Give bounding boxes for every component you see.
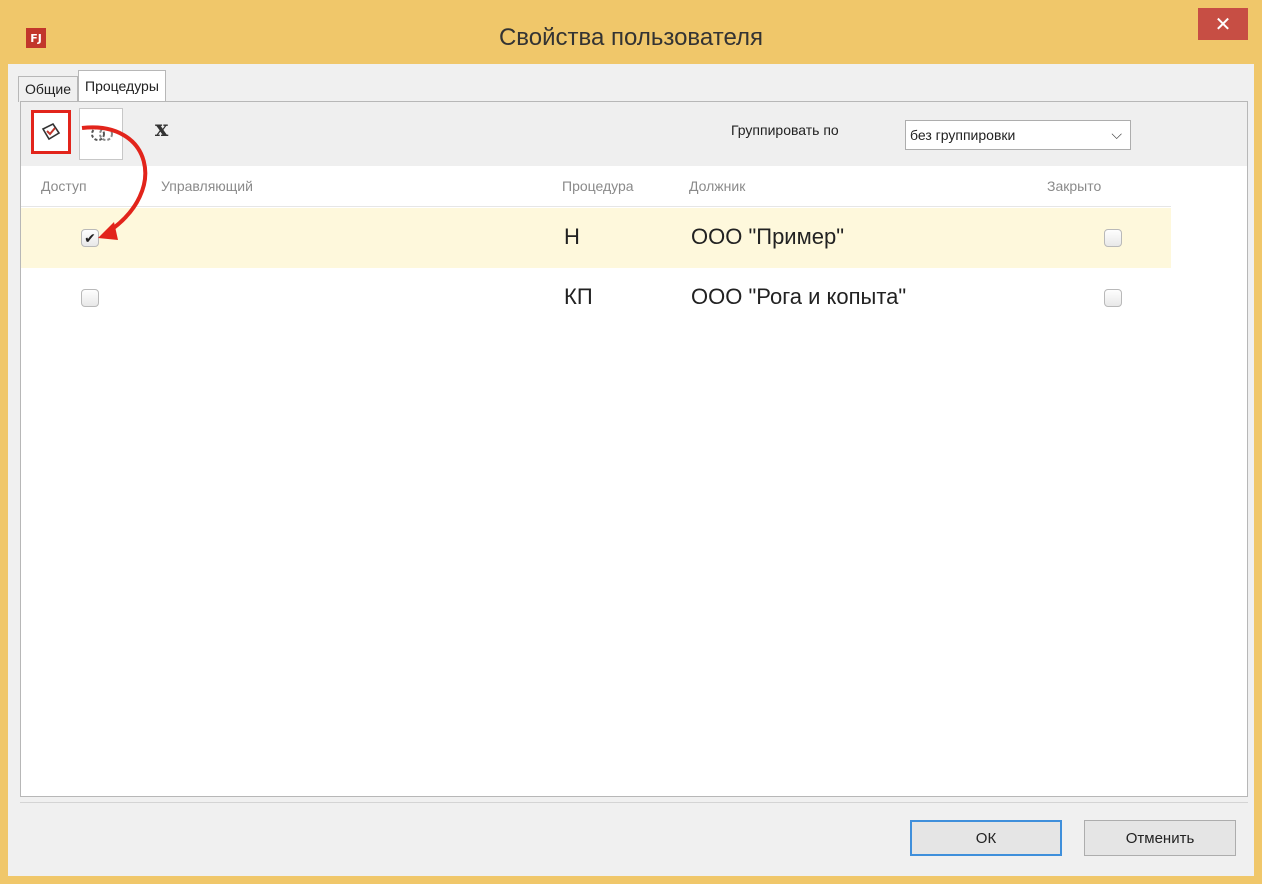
debtor-cell: ООО "Пример" [691, 224, 845, 249]
table-row[interactable]: ✔ Н ООО "Пример" [21, 208, 1171, 268]
column-header-debtor[interactable]: Должник [689, 178, 745, 194]
settings-tools-button[interactable] [79, 108, 123, 160]
chevron-down-icon: ⌵ [1111, 126, 1122, 142]
column-header-access[interactable]: Доступ [41, 178, 87, 194]
toolbar: x Группировать по без группировки ⌵ [21, 102, 1247, 166]
column-header-manager[interactable]: Управляющий [161, 178, 253, 194]
ok-button[interactable]: ОК [910, 820, 1062, 856]
column-header-closed[interactable]: Закрыто [1047, 178, 1101, 194]
table-row[interactable]: КП ООО "Рога и копыта" [21, 268, 1171, 328]
closed-checkbox[interactable] [1104, 289, 1122, 307]
title-bar[interactable]: FJ Свойства пользователя ✕ [0, 0, 1262, 66]
close-button[interactable]: ✕ [1198, 8, 1248, 40]
clear-button[interactable]: x [155, 116, 168, 142]
access-grant-icon [41, 122, 61, 141]
footer-divider [20, 802, 1248, 803]
client-area: Общие Процедуры x Группировать по без гр… [8, 64, 1254, 876]
grant-access-button[interactable] [31, 110, 71, 154]
tab-general[interactable]: Общие [18, 76, 79, 102]
column-header-procedure[interactable]: Процедура [562, 178, 634, 194]
closed-checkbox[interactable] [1104, 229, 1122, 247]
procedures-panel: x Группировать по без группировки ⌵ Дост… [20, 101, 1248, 797]
access-checkbox[interactable]: ✔ [81, 229, 99, 247]
group-by-select[interactable]: без группировки ⌵ [905, 120, 1131, 150]
group-by-label: Группировать по [731, 122, 839, 138]
group-by-value: без группировки [910, 127, 1016, 143]
procedure-cell: Н [564, 224, 580, 249]
wrench-gear-icon [91, 127, 113, 141]
tab-strip: Общие Процедуры [18, 70, 166, 102]
dialog-window: FJ Свойства пользователя ✕ Общие Процеду… [0, 0, 1262, 884]
header-divider [21, 206, 1171, 207]
access-checkbox[interactable] [81, 289, 99, 307]
tab-procedures[interactable]: Процедуры [78, 70, 166, 102]
debtor-cell: ООО "Рога и копыта" [691, 284, 907, 309]
window-title: Свойства пользователя [498, 24, 764, 51]
procedure-cell: КП [564, 284, 593, 309]
cancel-button[interactable]: Отменить [1084, 820, 1236, 856]
